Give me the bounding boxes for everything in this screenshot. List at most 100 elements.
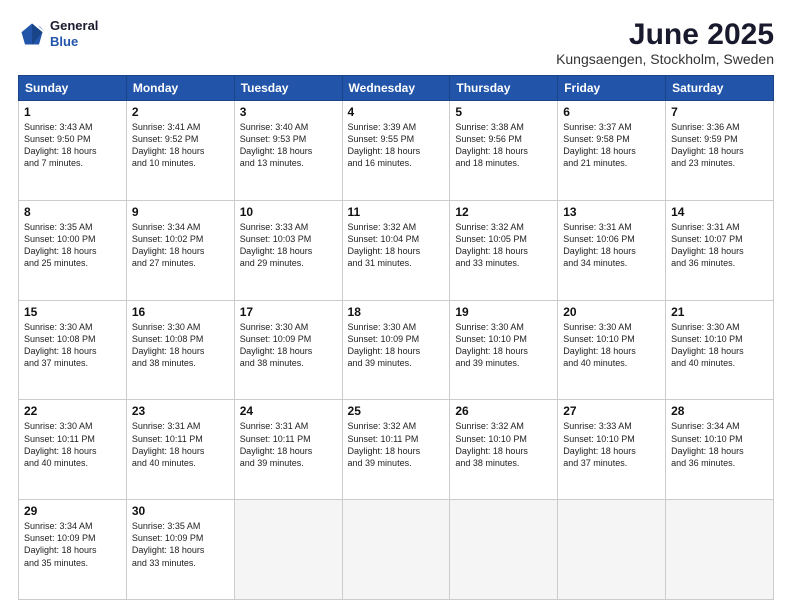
calendar-cell: 3Sunrise: 3:40 AMSunset: 9:53 PMDaylight…: [234, 101, 342, 201]
day-info: Sunrise: 3:32 AMSunset: 10:04 PMDaylight…: [348, 221, 445, 270]
calendar-cell: [234, 500, 342, 600]
week-row-3: 15 Sunrise: 3:30 AMSunset: 10:08 PMDaylig…: [19, 300, 774, 400]
day-info: Sunrise: 3:33 AMSunset: 10:03 PMDaylight…: [240, 221, 337, 270]
weekday-header-friday: Friday: [558, 76, 666, 101]
day-info: Sunrise: 3:39 AMSunset: 9:55 PMDaylight:…: [348, 121, 445, 170]
calendar-cell: 24Sunrise: 3:31 AMSunset: 10:11 PMDaylig…: [234, 400, 342, 500]
day-number: 21: [671, 305, 768, 319]
day-info: Sunrise: 3:30 AMSunset: 10:10 PMDaylight…: [671, 321, 768, 370]
day-info: Sunrise: 3:30 AMSunset: 10:10 PMDaylight…: [563, 321, 660, 370]
day-number: 14: [671, 205, 768, 219]
day-info: Sunrise: 3:34 AMSunset: 10:02 PMDaylight…: [132, 221, 229, 270]
calendar-cell: [558, 500, 666, 600]
calendar-cell: 9Sunrise: 3:34 AMSunset: 10:02 PMDayligh…: [126, 200, 234, 300]
day-info: Sunrise: 3:34 AMSunset: 10:09 PMDaylight…: [24, 520, 121, 569]
weekday-header-wednesday: Wednesday: [342, 76, 450, 101]
calendar-cell: 23 Sunrise: 3:31 AMSunset: 10:11 PMDaylig…: [126, 400, 234, 500]
day-number: 6: [563, 105, 660, 119]
week-row-1: 1 Sunrise: 3:43 AMSunset: 9:50 PMDaylight…: [19, 101, 774, 201]
day-number: 4: [348, 105, 445, 119]
calendar-cell: 7 Sunrise: 3:36 AMSunset: 9:59 PMDaylight…: [666, 101, 774, 201]
logo: General Blue: [18, 18, 98, 49]
day-info: Sunrise: 3:32 AMSunset: 10:10 PMDaylight…: [455, 420, 552, 469]
calendar-cell: 13Sunrise: 3:31 AMSunset: 10:06 PMDaylig…: [558, 200, 666, 300]
day-number: 7: [671, 105, 768, 119]
calendar-cell: 17 Sunrise: 3:30 AMSunset: 10:09 PMDaylig…: [234, 300, 342, 400]
page: General Blue June 2025 Kungsaengen, Stoc…: [0, 0, 792, 612]
day-number: 15: [24, 305, 121, 319]
week-row-2: 8Sunrise: 3:35 AMSunset: 10:00 PMDayligh…: [19, 200, 774, 300]
calendar-cell: 15 Sunrise: 3:30 AMSunset: 10:08 PMDaylig…: [19, 300, 127, 400]
day-info: Sunrise: 3:37 AMSunset: 9:58 PMDaylight:…: [563, 121, 660, 170]
calendar-body: 1 Sunrise: 3:43 AMSunset: 9:50 PMDaylight…: [19, 101, 774, 600]
calendar-cell: 10 Sunrise: 3:33 AMSunset: 10:03 PMDaylig…: [234, 200, 342, 300]
calendar-cell: [342, 500, 450, 600]
day-number: 12: [455, 205, 552, 219]
calendar-cell: 22Sunrise: 3:30 AMSunset: 10:11 PMDaylig…: [19, 400, 127, 500]
day-number: 30: [132, 504, 229, 518]
day-info: Sunrise: 3:32 AMSunset: 10:05 PMDaylight…: [455, 221, 552, 270]
logo-line2: Blue: [50, 34, 98, 50]
day-number: 10: [240, 205, 337, 219]
week-row-4: 22Sunrise: 3:30 AMSunset: 10:11 PMDaylig…: [19, 400, 774, 500]
calendar-cell: 8Sunrise: 3:35 AMSunset: 10:00 PMDayligh…: [19, 200, 127, 300]
day-number: 29: [24, 504, 121, 518]
calendar-cell: 14 Sunrise: 3:31 AMSunset: 10:07 PMDaylig…: [666, 200, 774, 300]
title-block: June 2025 Kungsaengen, Stockholm, Sweden: [556, 18, 774, 67]
day-number: 1: [24, 105, 121, 119]
logo-icon: [18, 20, 46, 48]
day-info: Sunrise: 3:30 AMSunset: 10:09 PMDaylight…: [240, 321, 337, 370]
day-info: Sunrise: 3:30 AMSunset: 10:08 PMDaylight…: [24, 321, 121, 370]
calendar-cell: 28 Sunrise: 3:34 AMSunset: 10:10 PMDaylig…: [666, 400, 774, 500]
logo-text: General Blue: [50, 18, 98, 49]
week-row-5: 29 Sunrise: 3:34 AMSunset: 10:09 PMDaylig…: [19, 500, 774, 600]
calendar-cell: 25Sunrise: 3:32 AMSunset: 10:11 PMDaylig…: [342, 400, 450, 500]
calendar-cell: 2Sunrise: 3:41 AMSunset: 9:52 PMDaylight…: [126, 101, 234, 201]
day-info: Sunrise: 3:34 AMSunset: 10:10 PMDaylight…: [671, 420, 768, 469]
day-info: Sunrise: 3:31 AMSunset: 10:11 PMDaylight…: [132, 420, 229, 469]
weekday-header-tuesday: Tuesday: [234, 76, 342, 101]
calendar-cell: 4 Sunrise: 3:39 AMSunset: 9:55 PMDaylight…: [342, 101, 450, 201]
day-info: Sunrise: 3:31 AMSunset: 10:11 PMDaylight…: [240, 420, 337, 469]
calendar-cell: 11 Sunrise: 3:32 AMSunset: 10:04 PMDaylig…: [342, 200, 450, 300]
calendar-cell: 16Sunrise: 3:30 AMSunset: 10:08 PMDaylig…: [126, 300, 234, 400]
day-info: Sunrise: 3:30 AMSunset: 10:09 PMDaylight…: [348, 321, 445, 370]
calendar-cell: 1 Sunrise: 3:43 AMSunset: 9:50 PMDaylight…: [19, 101, 127, 201]
calendar-cell: [450, 500, 558, 600]
weekday-header-saturday: Saturday: [666, 76, 774, 101]
calendar-cell: 27 Sunrise: 3:33 AMSunset: 10:10 PMDaylig…: [558, 400, 666, 500]
day-number: 20: [563, 305, 660, 319]
calendar-cell: 6 Sunrise: 3:37 AMSunset: 9:58 PMDaylight…: [558, 101, 666, 201]
calendar-cell: [666, 500, 774, 600]
day-info: Sunrise: 3:33 AMSunset: 10:10 PMDaylight…: [563, 420, 660, 469]
day-number: 22: [24, 404, 121, 418]
day-info: Sunrise: 3:36 AMSunset: 9:59 PMDaylight:…: [671, 121, 768, 170]
day-info: Sunrise: 3:43 AMSunset: 9:50 PMDaylight:…: [24, 121, 121, 170]
calendar-cell: 18 Sunrise: 3:30 AMSunset: 10:09 PMDaylig…: [342, 300, 450, 400]
day-info: Sunrise: 3:38 AMSunset: 9:56 PMDaylight:…: [455, 121, 552, 170]
day-number: 27: [563, 404, 660, 418]
day-number: 8: [24, 205, 121, 219]
day-number: 2: [132, 105, 229, 119]
header: General Blue June 2025 Kungsaengen, Stoc…: [18, 18, 774, 67]
day-number: 23: [132, 404, 229, 418]
day-number: 18: [348, 305, 445, 319]
day-number: 28: [671, 404, 768, 418]
day-info: Sunrise: 3:31 AMSunset: 10:07 PMDaylight…: [671, 221, 768, 270]
weekday-header-thursday: Thursday: [450, 76, 558, 101]
day-number: 26: [455, 404, 552, 418]
calendar-cell: 30 Sunrise: 3:35 AMSunset: 10:09 PMDaylig…: [126, 500, 234, 600]
logo-line1: General: [50, 18, 98, 34]
weekday-header-sunday: Sunday: [19, 76, 127, 101]
calendar-cell: 19Sunrise: 3:30 AMSunset: 10:10 PMDaylig…: [450, 300, 558, 400]
day-info: Sunrise: 3:35 AMSunset: 10:09 PMDaylight…: [132, 520, 229, 569]
location-title: Kungsaengen, Stockholm, Sweden: [556, 51, 774, 67]
calendar-cell: 5Sunrise: 3:38 AMSunset: 9:56 PMDaylight…: [450, 101, 558, 201]
calendar-cell: 12 Sunrise: 3:32 AMSunset: 10:05 PMDaylig…: [450, 200, 558, 300]
calendar-cell: 20 Sunrise: 3:30 AMSunset: 10:10 PMDaylig…: [558, 300, 666, 400]
day-number: 11: [348, 205, 445, 219]
calendar-cell: 26 Sunrise: 3:32 AMSunset: 10:10 PMDaylig…: [450, 400, 558, 500]
weekday-header-monday: Monday: [126, 76, 234, 101]
day-info: Sunrise: 3:30 AMSunset: 10:10 PMDaylight…: [455, 321, 552, 370]
day-number: 17: [240, 305, 337, 319]
